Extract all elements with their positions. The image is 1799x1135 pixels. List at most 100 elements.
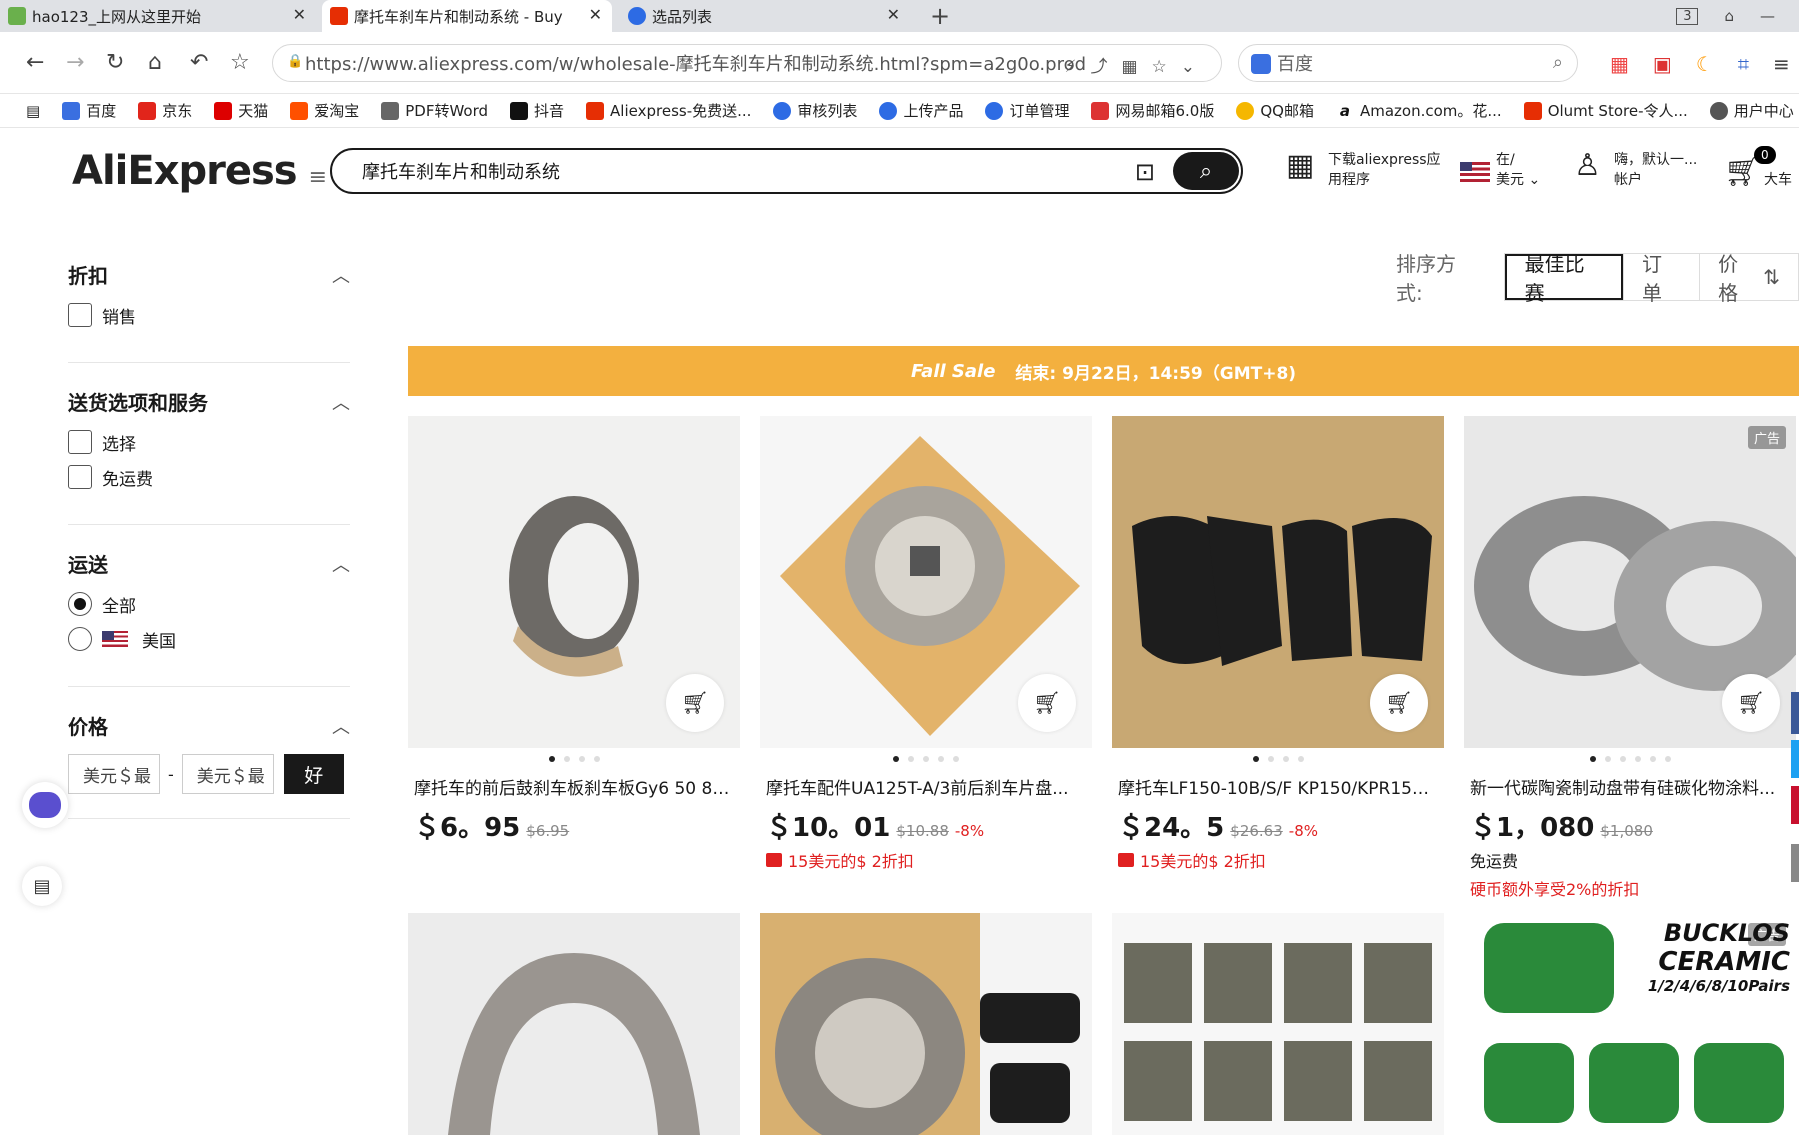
bookmark-163mail[interactable]: 网易邮箱6.0版: [1091, 100, 1214, 121]
bookmark-orders[interactable]: 订单管理: [985, 100, 1069, 121]
add-to-cart-button[interactable]: 🛒︎: [1370, 674, 1428, 732]
filter-option-free-shipping[interactable]: 免运费: [68, 465, 350, 490]
sort-orders[interactable]: 订单: [1623, 252, 1699, 305]
sidebar-toggle-icon[interactable]: ▤: [26, 102, 40, 120]
bookmark-upload[interactable]: 上传产品: [879, 100, 963, 121]
product-card[interactable]: 广告 🛒︎ 新一代碳陶瓷制动盘带有硅碳化物涂料... ＄1，080 $1,080 …: [1464, 416, 1796, 900]
browser-search-box[interactable]: 百度 ⌕: [1238, 44, 1578, 82]
back-icon[interactable]: ←: [26, 50, 44, 75]
add-to-cart-button[interactable]: 🛒︎: [666, 674, 724, 732]
price-min-input[interactable]: 美元＄最: [68, 754, 160, 794]
bookmark-douyin[interactable]: 抖音: [510, 100, 564, 121]
chevron-up-icon[interactable]: ︿: [332, 389, 350, 415]
filter-title[interactable]: 折扣 ︿: [68, 260, 350, 289]
radio[interactable]: [68, 627, 92, 651]
menu-icon[interactable]: ≡: [1773, 52, 1790, 76]
hamburger-menu-icon[interactable]: ≡: [309, 165, 327, 190]
search-button[interactable]: ⌕: [1173, 152, 1239, 190]
assistant-robot-button[interactable]: [22, 782, 68, 828]
minimize-icon[interactable]: —: [1760, 7, 1775, 25]
chevron-up-icon[interactable]: ︿: [332, 551, 350, 577]
undo-icon[interactable]: ↶: [190, 50, 208, 75]
close-tab-icon[interactable]: ✕: [589, 5, 602, 24]
filter-option-sale[interactable]: 销售: [68, 303, 350, 328]
tab-product-list[interactable]: 选品列表 ✕: [620, 0, 910, 32]
app-download[interactable]: ▦ 下载aliexpress应 用程序: [1286, 150, 1441, 190]
bookmark-pdf[interactable]: PDF转Word: [381, 100, 488, 121]
apps-grid-icon[interactable]: ▦: [1610, 52, 1629, 76]
product-title[interactable]: 新一代碳陶瓷制动盘带有硅碳化物涂料...: [1464, 774, 1796, 799]
shirt-icon[interactable]: ⌂: [1724, 7, 1734, 25]
product-title[interactable]: 摩托车配件UA125T-A/3前后刹车片盘...: [760, 774, 1092, 799]
search-input[interactable]: 摩托车刹车片和制动系统 ⊡ ⌕: [330, 148, 1243, 194]
fall-sale-banner[interactable]: Fall Sale 结束: 9月22日，14:59（GMT+8): [408, 346, 1799, 396]
window-count-badge[interactable]: 3: [1676, 7, 1699, 25]
moon-icon[interactable]: ☾: [1696, 52, 1714, 76]
side-widget-blue[interactable]: [1791, 692, 1799, 734]
radio-selected[interactable]: [68, 592, 92, 616]
product-image[interactable]: 广告 BUCKLOS CERAMIC 1/2/4/6/8/10Pairs: [1464, 913, 1796, 1135]
product-image[interactable]: [760, 913, 1092, 1135]
filter-option-all[interactable]: 全部: [68, 592, 350, 617]
close-tab-icon[interactable]: ✕: [887, 5, 900, 24]
image-search-icon[interactable]: ⊡: [1135, 158, 1155, 186]
filter-title[interactable]: 价格 ︿: [68, 711, 350, 740]
address-actions[interactable]: ⚡⤴▦☆⌄: [1065, 52, 1209, 77]
add-to-cart-button[interactable]: 🛒︎: [1722, 674, 1780, 732]
forward-icon[interactable]: →: [66, 50, 84, 75]
aliexpress-logo[interactable]: AliExpress ≡: [72, 148, 327, 194]
product-card[interactable]: 🛒︎ 摩托车LF150-10B/S/F KP150/KPR150... ＄24。…: [1112, 416, 1444, 872]
bookmark-review[interactable]: 审核列表: [773, 100, 857, 121]
bookmark-amazon[interactable]: a Amazon.com。花...: [1335, 100, 1502, 121]
product-image[interactable]: 🛒︎: [1112, 416, 1444, 748]
chevron-up-icon[interactable]: ︿: [332, 713, 350, 739]
price-max-input[interactable]: 美元＄最: [181, 754, 274, 794]
cart-button[interactable]: 🛒︎ 大车: [1724, 157, 1792, 190]
side-widget-red[interactable]: [1791, 786, 1799, 824]
checkbox[interactable]: [68, 303, 92, 327]
bookmark-user-center[interactable]: 用户中心: [1709, 100, 1794, 121]
add-to-cart-button[interactable]: 🛒︎: [1018, 674, 1076, 732]
product-card[interactable]: 🛒︎ 摩托车配件UA125T-A/3前后刹车片盘... ＄10。01 $10.88…: [760, 416, 1092, 872]
pdf-icon[interactable]: ▣: [1653, 52, 1672, 76]
crop-icon[interactable]: ⌗: [1738, 52, 1749, 76]
bookmark-aliexpress[interactable]: Aliexpress-免费送...: [586, 100, 751, 121]
checkbox[interactable]: [68, 430, 92, 454]
home-icon[interactable]: ⌂: [148, 50, 162, 75]
account-menu[interactable]: ♙ 嗨，默认一... 帐户: [1574, 150, 1697, 190]
search-icon[interactable]: ⌕: [1553, 52, 1563, 73]
side-widget-cyan[interactable]: [1791, 740, 1799, 778]
bookmark-baidu[interactable]: 百度: [62, 100, 116, 121]
bookmark-tmall[interactable]: 天猫: [214, 100, 268, 121]
bookmark-olumt[interactable]: Olumt Store-令人...: [1523, 100, 1688, 121]
product-image[interactable]: 广告 🛒︎: [1464, 416, 1796, 748]
product-card[interactable]: 广告 BUCKLOS CERAMIC 1/2/4/6/8/10Pairs: [1464, 913, 1796, 1135]
product-image[interactable]: [1112, 913, 1444, 1135]
product-image[interactable]: [408, 913, 740, 1135]
product-title[interactable]: 摩托车LF150-10B/S/F KP150/KPR150...: [1112, 774, 1444, 799]
filter-title[interactable]: 运送 ︿: [68, 549, 350, 578]
filter-option-us[interactable]: 美国: [68, 627, 350, 652]
coupon-promo[interactable]: 15美元的$ 2折扣: [1112, 848, 1444, 872]
product-card[interactable]: [1112, 913, 1444, 1135]
filter-title[interactable]: 送货选项和服务 ︿: [68, 387, 350, 416]
product-card[interactable]: [408, 913, 740, 1135]
region-currency-selector[interactable]: 在/ 美元 ⌄: [1460, 150, 1540, 190]
new-tab-button[interactable]: +: [930, 2, 950, 30]
sort-price[interactable]: 价格 ⇅: [1699, 252, 1798, 305]
product-image[interactable]: 🛒︎: [408, 416, 740, 748]
product-title[interactable]: 摩托车的前后鼓刹车板刹车板Gy6 50 80...: [408, 774, 740, 799]
bookmark-aitaobao[interactable]: 爱淘宝: [290, 100, 359, 121]
side-widget-gray[interactable]: [1791, 844, 1799, 882]
product-card[interactable]: [760, 913, 1092, 1135]
close-tab-icon[interactable]: ✕: [293, 5, 306, 24]
product-card[interactable]: 🛒︎ 摩托车的前后鼓刹车板刹车板Gy6 50 80... ＄6。95 $6.95: [408, 416, 740, 844]
star-icon[interactable]: ☆: [230, 50, 250, 75]
filter-option-choice[interactable]: 选择: [68, 430, 350, 455]
feedback-button[interactable]: ▤: [22, 866, 62, 906]
bookmark-jd[interactable]: 京东: [138, 100, 192, 121]
bookmark-qqmail[interactable]: QQ邮箱: [1236, 100, 1314, 121]
price-apply-button[interactable]: 好: [283, 754, 344, 794]
address-bar[interactable]: 🔒 https://www.aliexpress.com/w/wholesale…: [272, 44, 1222, 82]
checkbox[interactable]: [68, 465, 92, 489]
